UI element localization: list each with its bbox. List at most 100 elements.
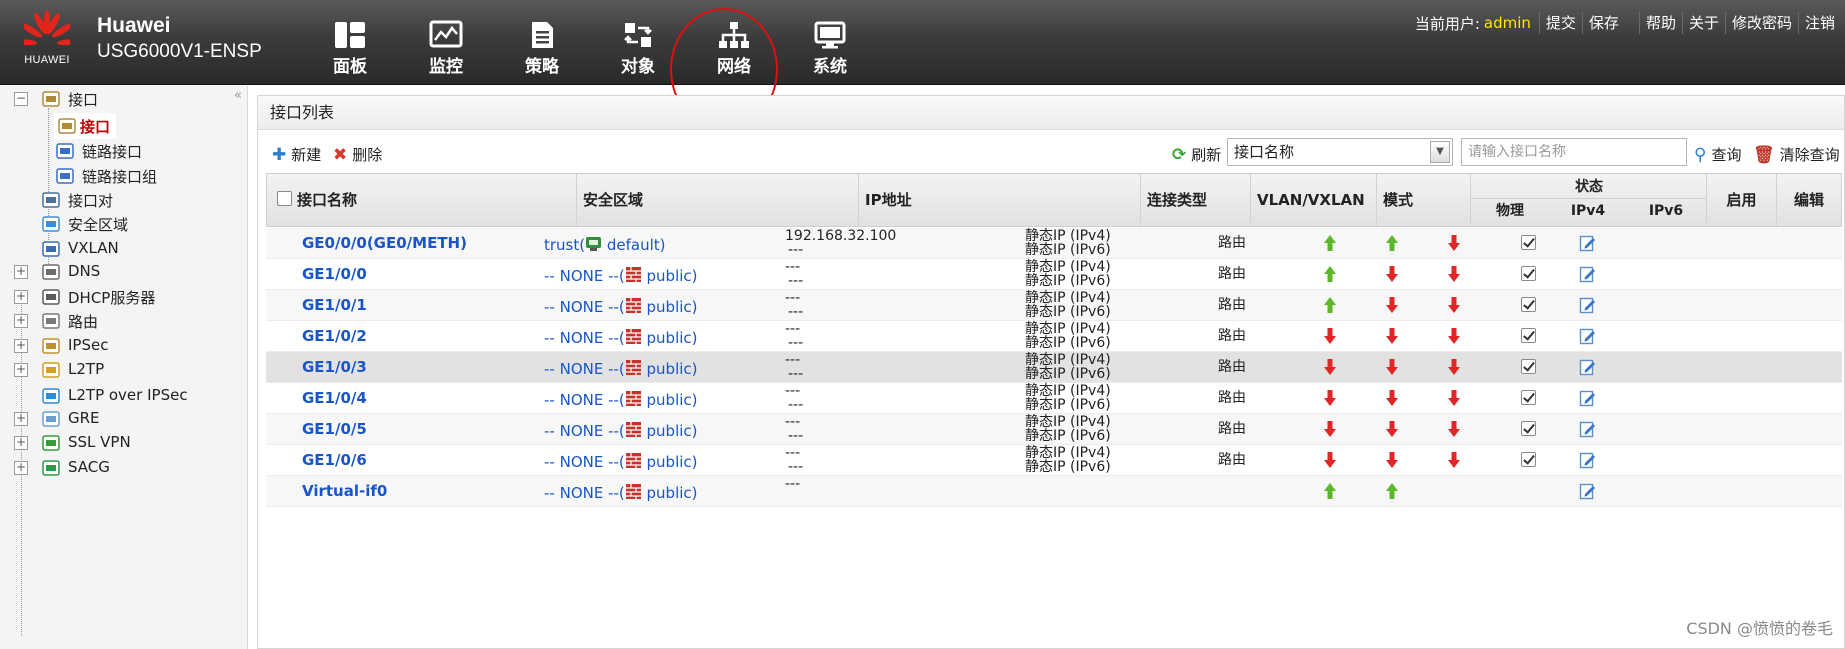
- table-row[interactable]: GE1/0/0 -- NONE --( public) --- --- 静态IP (IP…: [266, 259, 1842, 290]
- nav-dashboard[interactable]: 面板: [302, 14, 398, 78]
- status-down-icon: [1323, 420, 1337, 438]
- nav-system[interactable]: 系统: [782, 14, 878, 78]
- table-row[interactable]: GE1/0/2 -- NONE --( public) --- --- 静态IP (IP…: [266, 321, 1842, 352]
- ipsec-icon: [42, 337, 62, 355]
- interface-name-link[interactable]: GE1/0/5: [302, 414, 542, 445]
- col-interface-name[interactable]: 接口名称: [267, 174, 577, 226]
- edit-icon[interactable]: [1579, 420, 1597, 438]
- expand-icon[interactable]: +: [14, 265, 28, 279]
- security-zone-link[interactable]: -- NONE --( public): [544, 290, 804, 321]
- refresh-button[interactable]: ⟳ 刷新: [1172, 144, 1221, 165]
- table-row[interactable]: GE1/0/6 -- NONE --( public) --- --- 静态IP (IP…: [266, 445, 1842, 476]
- query-button[interactable]: ⚲ 查询: [1694, 144, 1741, 165]
- mode-cell: 路由: [1218, 297, 1246, 313]
- security-zone-link[interactable]: trust( default): [544, 228, 804, 259]
- edit-icon[interactable]: [1579, 482, 1597, 500]
- edit-icon[interactable]: [1579, 234, 1597, 252]
- sidebar-item[interactable]: + DNS: [0, 259, 240, 285]
- chevron-down-icon[interactable]: ▼: [1430, 141, 1450, 163]
- table-row[interactable]: GE1/0/1 -- NONE --( public) --- --- 静态IP (IP…: [266, 290, 1842, 321]
- edit-icon[interactable]: [1579, 296, 1597, 314]
- sidebar-item[interactable]: + 路由: [0, 308, 240, 334]
- interface-name-link[interactable]: GE1/0/3: [302, 352, 542, 383]
- expand-icon[interactable]: +: [14, 412, 28, 426]
- new-button[interactable]: ✚ 新建: [272, 144, 321, 165]
- col-ip-address[interactable]: IP地址: [859, 174, 1141, 226]
- monitor-icon: [429, 20, 463, 48]
- edit-icon[interactable]: [1579, 327, 1597, 345]
- security-zone-link[interactable]: -- NONE --( public): [544, 414, 804, 445]
- expand-icon[interactable]: +: [14, 290, 28, 304]
- col-connection-type[interactable]: 连接类型: [1141, 174, 1251, 226]
- security-zone-link[interactable]: -- NONE --( public): [544, 352, 804, 383]
- interface-name-link[interactable]: GE1/0/4: [302, 383, 542, 414]
- sidebar-item[interactable]: + SACG: [0, 455, 240, 481]
- enable-checkbox[interactable]: [1521, 452, 1536, 467]
- nav-policy[interactable]: 策略: [494, 14, 590, 78]
- submit-link[interactable]: 提交: [1538, 12, 1582, 34]
- filter-field-select[interactable]: 接口名称 ▼: [1227, 138, 1453, 166]
- logout-link[interactable]: 注销: [1797, 12, 1841, 34]
- enable-checkbox[interactable]: [1521, 297, 1536, 312]
- enable-checkbox[interactable]: [1521, 235, 1536, 250]
- sidebar-item[interactable]: + GRE: [0, 406, 240, 432]
- interface-name-link[interactable]: GE1/0/1: [302, 290, 542, 321]
- interface-name-link[interactable]: GE0/0/0(GE0/METH): [302, 228, 542, 259]
- expand-icon[interactable]: +: [14, 314, 28, 328]
- security-zone-link[interactable]: -- NONE --( public): [544, 383, 804, 414]
- nav-object[interactable]: 对象: [590, 14, 686, 78]
- clear-query-button[interactable]: 🗑 清除查询: [1753, 144, 1840, 165]
- sidebar-item[interactable]: 接口对: [0, 187, 240, 213]
- enable-checkbox[interactable]: [1521, 421, 1536, 436]
- edit-icon[interactable]: [1579, 265, 1597, 283]
- security-zone-link[interactable]: -- NONE --( public): [544, 321, 804, 352]
- delete-button[interactable]: ✖ 删除: [333, 144, 382, 165]
- table-row[interactable]: GE1/0/4 -- NONE --( public) --- --- 静态IP (IP…: [266, 383, 1842, 414]
- table-row[interactable]: GE1/0/3 -- NONE --( public) --- --- 静态IP (IP…: [266, 352, 1842, 383]
- sidebar-item[interactable]: 链路接口组: [0, 163, 240, 189]
- search-input[interactable]: [1461, 138, 1687, 166]
- sidebar-item[interactable]: 接口: [54, 113, 116, 139]
- nav-monitor[interactable]: 监控: [398, 14, 494, 78]
- sidebar-item[interactable]: + DHCP服务器: [0, 284, 240, 310]
- interface-name-link[interactable]: GE1/0/0: [302, 259, 542, 290]
- sidebar-item[interactable]: 安全区域: [0, 211, 240, 237]
- expand-icon[interactable]: +: [14, 339, 28, 353]
- security-zone-link[interactable]: -- NONE --( public): [544, 476, 804, 507]
- edit-icon[interactable]: [1579, 451, 1597, 469]
- enable-checkbox[interactable]: [1521, 359, 1536, 374]
- enable-checkbox[interactable]: [1521, 266, 1536, 281]
- security-zone-link[interactable]: -- NONE --( public): [544, 259, 804, 290]
- select-all-checkbox[interactable]: [277, 191, 292, 206]
- sidebar-item[interactable]: + IPSec: [0, 333, 240, 359]
- interface-name-link[interactable]: GE1/0/2: [302, 321, 542, 352]
- interface-name-link[interactable]: GE1/0/6: [302, 445, 542, 476]
- sidebar-item[interactable]: + L2TP: [0, 357, 240, 383]
- col-mode[interactable]: 模式: [1377, 174, 1471, 226]
- ipv6-address: ---: [788, 335, 804, 351]
- sidebar-item[interactable]: − 接口: [0, 86, 240, 112]
- nav-network[interactable]: 网络: [686, 14, 782, 78]
- security-zone-link[interactable]: -- NONE --( public): [544, 445, 804, 476]
- table-row[interactable]: Virtual-if0 -- NONE --( public) ---: [266, 476, 1842, 507]
- sidebar-item[interactable]: + SSL VPN: [0, 430, 240, 456]
- about-link[interactable]: 关于: [1681, 12, 1725, 34]
- edit-icon[interactable]: [1579, 358, 1597, 376]
- sidebar-item[interactable]: 链路接口: [0, 138, 240, 164]
- col-vlan-vxlan[interactable]: VLAN/VXLAN: [1251, 174, 1377, 226]
- table-row[interactable]: GE0/0/0(GE0/METH) trust( default) 192.168.…: [266, 228, 1842, 259]
- edit-icon[interactable]: [1579, 389, 1597, 407]
- save-link[interactable]: 保存: [1581, 12, 1625, 34]
- table-row[interactable]: GE1/0/5 -- NONE --( public) --- --- 静态IP (IP…: [266, 414, 1842, 445]
- enable-checkbox[interactable]: [1521, 328, 1536, 343]
- expand-icon[interactable]: +: [14, 363, 28, 377]
- nav-label: 策略: [525, 57, 559, 77]
- interface-name-link[interactable]: Virtual-if0: [302, 476, 542, 507]
- col-security-zone[interactable]: 安全区域: [577, 174, 859, 226]
- help-link[interactable]: 帮助: [1638, 12, 1682, 34]
- change-password-link[interactable]: 修改密码: [1724, 12, 1798, 34]
- enable-checkbox[interactable]: [1521, 390, 1536, 405]
- collapse-icon[interactable]: −: [14, 92, 28, 106]
- expand-icon[interactable]: +: [14, 436, 28, 450]
- expand-icon[interactable]: +: [14, 461, 28, 475]
